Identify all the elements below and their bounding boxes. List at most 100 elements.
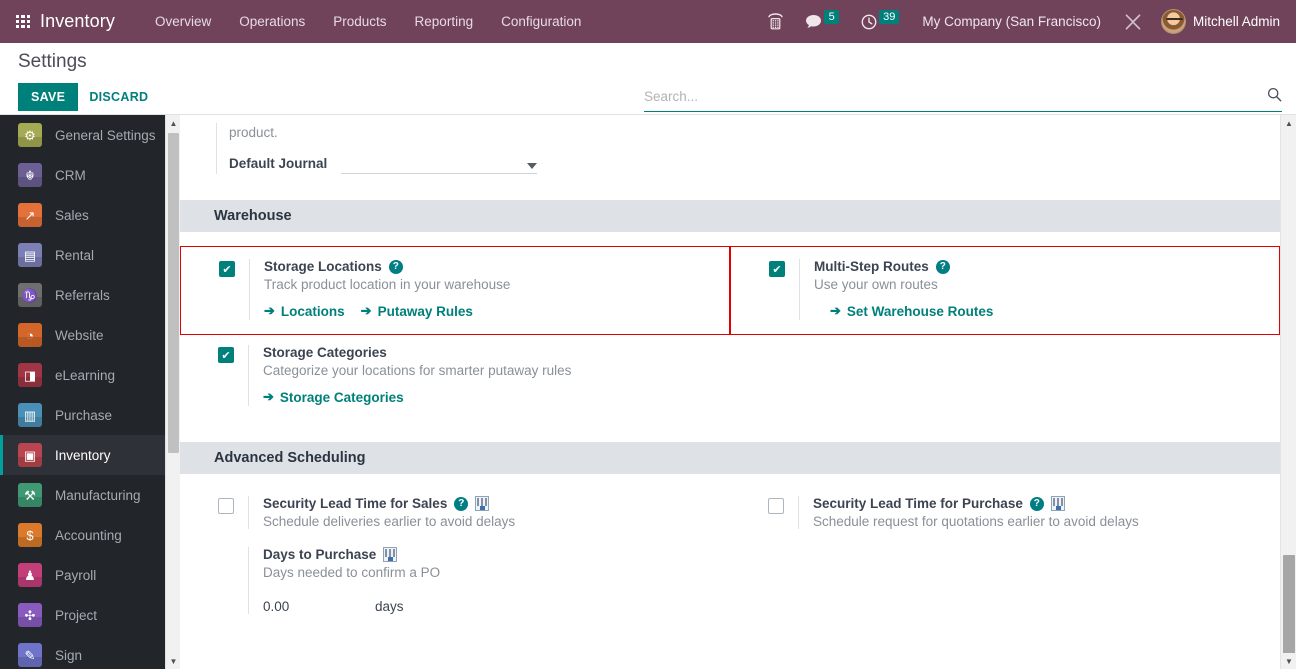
activities-counter[interactable]: 39	[861, 14, 899, 30]
wrench-screwdriver-icon[interactable]	[1124, 13, 1142, 31]
sidebar-item-purchase[interactable]: ▥Purchase	[0, 395, 180, 435]
company-building-icon[interactable]	[1051, 496, 1065, 511]
chevron-down-icon	[527, 163, 537, 169]
sidebar-item-referrals[interactable]: ♑Referrals	[0, 275, 180, 315]
main-scroll-down-arrow[interactable]: ▼	[1281, 653, 1296, 669]
setting-security-lead-time-purchase: Security Lead Time for Purchase?Schedule…	[730, 488, 1280, 537]
sidebar-item-label: CRM	[55, 168, 86, 183]
main-scroll-thumb[interactable]	[1283, 555, 1295, 655]
sidebar-item-sales[interactable]: ↗Sales	[0, 195, 180, 235]
handshake-icon: ☬	[18, 163, 42, 187]
box-icon: ▣	[18, 443, 42, 467]
sidebar-item-manufacturing[interactable]: ⚒Manufacturing	[0, 475, 180, 515]
link-locations[interactable]: ➔Locations	[264, 303, 345, 319]
settings-sections: Warehouse ✔ Storage Locations?Track produc…	[180, 200, 1280, 624]
save-button[interactable]: SAVE	[18, 83, 78, 111]
sidebar-scroll-down-arrow[interactable]: ▼	[166, 653, 180, 669]
menu-overview[interactable]: Overview	[141, 0, 225, 43]
setting-body: Storage Locations?Track product location…	[249, 259, 719, 320]
section-options-grid: Security Lead Time for Sales?Schedule de…	[180, 474, 1280, 624]
sidebar-item-rental[interactable]: ▤Rental	[0, 235, 180, 275]
sidebar-item-label: Inventory	[55, 448, 111, 463]
sidebar-item-sign[interactable]: ✎Sign	[0, 635, 180, 669]
discard-button[interactable]: DISCARD	[78, 83, 159, 111]
search-icon[interactable]	[1267, 87, 1282, 106]
sidebar-item-label: Purchase	[55, 408, 112, 423]
setting-description: Days needed to confirm a PO	[263, 565, 720, 580]
partial-description-text: product.	[229, 123, 1280, 143]
checkbox-security-lead-time-purchase[interactable]	[768, 498, 784, 514]
checkbox-storage-locations[interactable]: ✔	[219, 261, 235, 277]
help-icon[interactable]: ?	[936, 260, 950, 274]
options-column-right: Security Lead Time for Purchase?Schedule…	[730, 488, 1280, 624]
setting-days-to-purchase: Days to PurchaseDays needed to confirm a…	[180, 539, 730, 622]
sidebar-scroll-up-arrow[interactable]: ▲	[166, 115, 180, 131]
setting-storage-locations: ✔ Storage Locations?Track product locatio…	[180, 246, 730, 335]
sidebar-item-inventory[interactable]: ▣ Inventory	[0, 435, 180, 475]
avatar[interactable]	[1161, 9, 1186, 34]
sidebar-item-payroll[interactable]: ♟Payroll	[0, 555, 180, 595]
apps-grid-icon[interactable]	[16, 15, 30, 29]
arrow-right-icon: ➔	[264, 303, 275, 319]
company-switcher[interactable]: My Company (San Francisco)	[922, 14, 1101, 29]
link-label: Set Warehouse Routes	[847, 304, 994, 319]
link-set-warehouse-routes[interactable]: ➔Set Warehouse Routes	[830, 303, 993, 319]
sidebar-item-label: General Settings	[55, 128, 156, 143]
page-title: Settings	[18, 51, 87, 73]
company-building-icon[interactable]	[475, 496, 489, 511]
link-label: Putaway Rules	[378, 304, 473, 319]
menu-operations[interactable]: Operations	[225, 0, 319, 43]
search-input[interactable]	[644, 89, 1267, 104]
default-journal-field: Default Journal	[229, 156, 1280, 174]
main-scrollbar[interactable]: ▲ ▼	[1280, 115, 1296, 669]
sidebar-item-project[interactable]: ✣Project	[0, 595, 180, 635]
sidebar-item-accounting[interactable]: $ Accounting	[0, 515, 180, 555]
messages-counter[interactable]: 5	[805, 14, 839, 29]
setting-description: Track product location in your warehouse	[264, 277, 719, 292]
setting-title-text: Security Lead Time for Sales	[263, 496, 447, 511]
setting-title-text: Multi-Step Routes	[814, 259, 929, 274]
main-scroll-up-arrow[interactable]: ▲	[1281, 115, 1296, 131]
dialpad-icon[interactable]	[768, 13, 783, 30]
menu-reporting[interactable]: Reporting	[401, 0, 488, 43]
arrow-right-icon: ➔	[361, 303, 372, 319]
setting-description: Use your own routes	[814, 277, 1269, 292]
invoice-icon: $	[18, 523, 42, 547]
help-icon[interactable]: ?	[454, 497, 468, 511]
setting-description: Categorize your locations for smarter pu…	[263, 363, 720, 378]
section-header-advanced-scheduling: Advanced Scheduling	[180, 442, 1280, 474]
wrench-icon: ⚒	[18, 483, 42, 507]
menu-products[interactable]: Products	[319, 0, 400, 43]
default-journal-select[interactable]	[341, 163, 537, 174]
help-icon[interactable]: ?	[389, 260, 403, 274]
sidebar-item-website[interactable]: ◔Website	[0, 315, 180, 355]
days-to-purchase-input[interactable]: 0.00	[263, 599, 375, 614]
search-bar[interactable]	[644, 87, 1282, 112]
primary-menu: Inventory Overview Operations Products R…	[0, 0, 595, 43]
help-icon[interactable]: ?	[1030, 497, 1044, 511]
sidebar-scrollbar[interactable]: ▲ ▼	[165, 115, 180, 669]
menu-configuration[interactable]: Configuration	[487, 0, 595, 43]
checkbox-security-lead-time-sales[interactable]	[218, 498, 234, 514]
setting-title: Storage Categories	[263, 345, 720, 360]
sidebar-scroll-thumb[interactable]	[168, 133, 179, 453]
sidebar-item-label: eLearning	[55, 368, 115, 383]
sidebar-item-crm[interactable]: ☬ CRM	[0, 155, 180, 195]
calendar-icon: ▤	[18, 243, 42, 267]
section-header-warehouse: Warehouse	[180, 200, 1280, 232]
setting-description: Schedule request for quotations earlier …	[813, 514, 1270, 529]
checkbox-multi-step-routes[interactable]: ✔	[769, 261, 785, 277]
signature-icon: ✎	[18, 643, 42, 667]
checkbox-storage-categories[interactable]: ✔	[218, 347, 234, 363]
sidebar-item-elearning[interactable]: ◨eLearning	[0, 355, 180, 395]
sidebar-item-general-settings[interactable]: ⚙General Settings	[0, 115, 180, 155]
setting-title: Multi-Step Routes?	[814, 259, 1269, 274]
link-storage-categories[interactable]: ➔Storage Categories	[263, 389, 404, 405]
app-brand-name[interactable]: Inventory	[40, 11, 115, 32]
user-menu[interactable]: Mitchell Admin	[1193, 14, 1280, 29]
sidebar-item-label: Accounting	[55, 528, 122, 543]
numeric-unit-label: days	[375, 599, 404, 614]
sidebar-item-label: Sales	[55, 208, 89, 223]
company-building-icon[interactable]	[383, 547, 397, 562]
link-putaway-rules[interactable]: ➔ Putaway Rules	[361, 303, 473, 319]
